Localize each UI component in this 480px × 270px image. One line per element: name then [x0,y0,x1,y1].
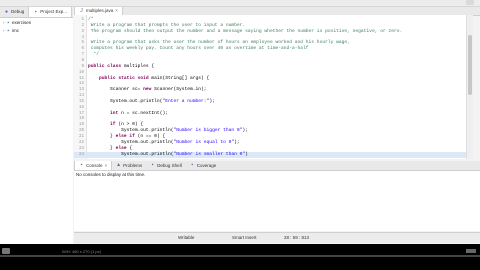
tab-problems-label: Problems [123,162,143,168]
console-icon: ▪ [80,162,83,168]
tab-debug[interactable]: ● Debug [0,7,28,17]
code-token: } [88,145,116,151]
code-token: "Number is bigger than 0" [173,128,243,134]
console-message: No consoles to display at this time. [76,172,146,177]
code-token: Scanner(System.in); [154,87,207,93]
project-tree: › ▪ exercises › ▪ imc [0,19,73,35]
chevron-right-icon: › [3,28,5,33]
tab-coverage-label: Coverage [196,162,217,168]
tab-project-explorer-label: Project Exp... [40,9,68,14]
code-line[interactable]: 24 System.out.println("Number is smaller… [74,151,466,158]
progress-track[interactable] [0,255,480,257]
code-token: Scanner sc= [88,87,144,93]
tree-item-exercises[interactable]: › ▪ exercises [0,19,73,27]
code-token: ); [242,128,248,134]
folder-icon: ▪ [34,8,37,15]
code-token: { [129,145,133,151]
code-token: n = sc.nextInt(); [121,110,168,116]
status-bar: Writable Smart Insert 28 : 59 : 813 [74,232,480,243]
editor-scrollbar-thumb[interactable] [468,35,472,95]
code-token: "Number is smaller than 0" [173,151,246,157]
line-number: 24 [78,152,84,157]
tab-project-explorer[interactable]: ▪ Project Exp... [28,7,73,17]
code-token: public class [88,63,124,69]
tab-debug-shell[interactable]: ▪ Debug Shell [146,161,186,170]
code-token: System.out.println( [88,151,174,157]
code-token: "Enter a number:" [162,98,210,104]
code-token: Write a program that prompts the user to… [88,22,246,28]
tab-problems[interactable]: ▲ Problems [112,161,146,170]
status-writable: Writable [178,235,195,240]
code-token: (n == 0) { [137,134,166,139]
taskbar-right-icon[interactable] [466,249,476,253]
problems-icon: ▲ [116,162,122,168]
toolbar-overflow-icon[interactable] [466,0,474,5]
code-token: ); [209,98,215,104]
code-token: System.out.println( [88,128,174,134]
project-icon: ▪ [7,28,10,34]
tab-coverage[interactable]: ▪ Coverage [186,161,221,170]
tab-console[interactable]: ▪ Console × [74,161,113,171]
code-editor[interactable]: 1/* 2 Write a program that prompts the us… [74,15,466,159]
main-toolbar [0,0,480,7]
tree-item-label: exercises [12,20,32,25]
console-panel: ▪ Console × ▲ Problems ▪ Debug Shell ▪ Covera… [74,161,480,231]
code-token: /* [88,17,94,22]
code-token: (n > 0) { [118,122,144,128]
code-token: The program should then output the numbe… [88,28,403,34]
code-token: else [115,145,130,151]
bug-icon: ● [4,8,9,15]
tree-item-label: imc [12,28,20,33]
code-token: if [88,122,119,128]
tab-debug-label: Debug [11,9,25,14]
code-token: ) [245,151,248,157]
tree-item-imc[interactable]: › ▪ imc [0,27,73,35]
tab-debug-shell-label: Debug Shell [157,162,182,168]
code-token: ); [234,139,240,145]
status-insert-mode: Smart Insert [232,235,257,240]
code-token: System.out.println( [88,98,163,104]
code-token: } [88,134,116,139]
taskbar: W/H: 480 x 270 (1 px) [0,244,480,270]
code-token: else if [115,134,138,139]
left-panel-tabs: ● Debug ▪ Project Exp... [0,7,73,18]
play-button[interactable] [2,248,10,254]
taskbar-size-text: W/H: 480 x 270 (1 px) [62,249,101,254]
project-icon: ▪ [7,20,10,26]
tab-console-label: Console [86,162,103,168]
coverage-icon: ▪ [191,162,194,168]
code-token: */ [88,52,100,58]
close-icon[interactable]: × [105,161,108,171]
java-file-icon: J [80,7,83,14]
console-tabs: ▪ Console × ▲ Problems ▪ Debug Shell ▪ Covera… [74,161,480,171]
code-token: "Number is equal to 0" [173,139,235,145]
code-token: main(String[] args) { [151,75,210,81]
code-token: new [143,87,155,93]
project-explorer-panel: ● Debug ▪ Project Exp... › ▪ exercises › ▪… [0,7,73,244]
code-token: Write a program that asks the user the n… [88,40,350,46]
code-token: multiples { [123,63,155,69]
chevron-right-icon: › [3,20,5,25]
status-cursor-position: 28 : 59 : 813 [284,235,310,240]
code-token: System.out.println( [88,139,174,145]
code-token: computes his weekly pay. Count any hours… [88,46,309,52]
eclipse-window: ● Debug ▪ Project Exp... › ▪ exercises › ▪… [0,0,480,244]
code-token: int [88,110,122,116]
debug-shell-icon: ▪ [151,162,154,168]
code-token: public static void [99,75,152,81]
tab-multiples-java[interactable]: Jmultiples.java × [74,7,123,15]
editor-scrollbar[interactable] [466,15,473,159]
code-text: System.out.println("Number is smaller th… [88,152,248,158]
